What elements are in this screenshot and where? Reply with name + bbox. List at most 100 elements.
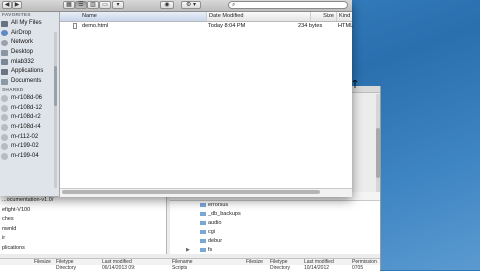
documents-icon [1, 78, 8, 85]
column-header-date-modified[interactable]: Date Modified [206, 12, 310, 21]
column-view-icon: ▥ [90, 2, 96, 8]
local-file-item[interactable]: efight-V100 [0, 206, 166, 216]
cell-filename: Scripts [172, 265, 188, 271]
html-file-icon [73, 23, 77, 29]
finder-window[interactable]: ◀ ▶ ▦ ☰ ▥ ▭ ▾ ◉ ⚙ ▾ ⌕ FAVORITES All My F… [0, 0, 354, 197]
coverflow-view-button[interactable]: ▭ [99, 1, 111, 9]
applications-icon [1, 68, 8, 75]
sidebar-section-shared: SHARED [2, 87, 24, 93]
folder-icon [200, 211, 206, 216]
forward-button[interactable]: ▶ [12, 1, 22, 9]
arrange-icon: ▾ [116, 2, 120, 8]
eye-icon: ◉ [164, 2, 170, 8]
sidebar-item-home[interactable]: mlab332 [0, 58, 59, 68]
cell-filetype: Directory [270, 265, 291, 271]
file-list[interactable]: Name Date Modified Size Kind demo.html T… [60, 12, 354, 197]
sidebar-item-shared-host[interactable]: m-r108d-r4 [0, 123, 59, 133]
sidebar-item-airdrop[interactable]: AirDrop [0, 29, 59, 39]
local-file-item[interactable]: ir [0, 234, 166, 244]
remote-file-pane[interactable]: Filename errorsus _db_backups audio cgi … [170, 192, 380, 254]
icon-view-button[interactable]: ▦ [63, 1, 75, 9]
disclosure-triangle-icon[interactable]: ▶ [186, 246, 190, 255]
cell-last-modified: 10/14/2012 [304, 265, 330, 271]
search-icon: ⌕ [232, 2, 236, 8]
quick-look-button[interactable]: ◉ [160, 1, 174, 9]
icon-view-icon: ▦ [66, 2, 72, 8]
home-icon [1, 59, 8, 66]
network-computer-icon [1, 133, 8, 141]
sidebar-item-network[interactable]: Network [0, 38, 59, 48]
search-input[interactable]: ⌕ [228, 1, 348, 9]
sidebar-item-all-my-files[interactable]: All My Files [0, 19, 59, 29]
sidebar-item-shared-host[interactable]: m-r199-02 [0, 142, 59, 152]
remote-file-item[interactable]: audio [170, 219, 380, 228]
finder-sidebar: FAVORITES All My Files AirDrop Network D… [0, 12, 60, 196]
remote-file-item[interactable]: cgi [170, 228, 380, 237]
folder-icon [200, 220, 206, 225]
horizontal-scrollbar[interactable] [60, 188, 352, 197]
remote-file-item[interactable]: _db_backups [170, 210, 380, 219]
column-header-row: Name Date Modified Size Kind [60, 12, 352, 22]
column-header-kind[interactable]: Kind [336, 12, 352, 21]
column-header-name[interactable]: Name [60, 12, 206, 21]
column-header-size[interactable]: Size [310, 12, 336, 21]
local-file-item[interactable]: nwnld [0, 225, 166, 235]
sidebar-section-favorites: FAVORITES [2, 13, 31, 18]
column-view-button[interactable]: ▥ [87, 1, 99, 9]
sidebar-item-shared-host[interactable]: m-r112-02 [0, 133, 59, 143]
network-computer-icon [1, 94, 8, 102]
sidebar-item-shared-host[interactable]: m-r108d-12 [0, 104, 59, 114]
remote-file-item[interactable]: debur [170, 237, 380, 246]
folder-icon [200, 247, 206, 252]
background-vertical-scrollbar[interactable] [376, 94, 380, 194]
sidebar-item-shared-host[interactable]: m-r199-04 [0, 152, 59, 162]
file-name: demo.html [82, 23, 109, 29]
local-file-item[interactable]: ...ocumentation-v1.0/ [0, 196, 166, 206]
airdrop-icon [1, 30, 8, 37]
folder-icon [200, 202, 206, 207]
back-arrow-icon: ◀ [4, 2, 10, 8]
network-icon [1, 39, 8, 46]
network-computer-icon [1, 123, 8, 131]
file-row[interactable]: demo.html Today 8:04 PM 234 bytes HTML [60, 22, 354, 30]
desktop-icon [1, 49, 8, 56]
file-date-modified: Today 8:04 PM [208, 23, 246, 29]
sidebar-item-documents[interactable]: Documents [0, 77, 59, 87]
cell-last-modified: 06/14/2013 09: [102, 265, 136, 271]
network-computer-icon [1, 104, 8, 112]
mouse-pointer-icon [353, 80, 357, 88]
forward-arrow-icon: ▶ [14, 2, 20, 8]
sidebar-item-shared-host[interactable]: m-r108d-r2 [0, 113, 59, 123]
list-view-button[interactable]: ☰ [75, 1, 87, 9]
coverflow-view-icon: ▭ [102, 2, 108, 8]
network-computer-icon [1, 114, 8, 122]
network-computer-icon [1, 143, 8, 151]
scrollbar-thumb[interactable] [54, 66, 57, 106]
sidebar-scrollbar[interactable] [54, 32, 57, 188]
folder-icon [200, 238, 206, 243]
back-button[interactable]: ◀ [2, 1, 12, 9]
scrollbar-thumb[interactable] [376, 128, 380, 178]
sidebar-item-applications[interactable]: Applications [0, 67, 59, 77]
file-kind: HTML [338, 23, 354, 29]
scrollbar-thumb[interactable] [62, 190, 320, 194]
folder-icon [200, 229, 206, 234]
arrange-button[interactable]: ▾ [112, 1, 124, 9]
sidebar-item-shared-host[interactable]: m-r108d-06 [0, 94, 59, 104]
action-menu-button[interactable]: ⚙ ▾ [181, 1, 201, 9]
local-file-item[interactable]: plications [0, 244, 166, 254]
cell-permission: 0705 [352, 265, 364, 271]
local-file-pane[interactable]: ...ocumentation-v1.0/ efight-V100 ches n… [0, 196, 167, 254]
cell-filetype: Directory [56, 265, 77, 271]
local-file-item[interactable]: ches [0, 215, 166, 225]
remote-file-item[interactable]: ▶ fs [170, 246, 380, 255]
sidebar-item-desktop[interactable]: Desktop [0, 48, 59, 58]
list-view-icon: ☰ [78, 2, 84, 8]
allfiles-icon [1, 20, 8, 27]
remote-file-item[interactable]: errorsus [170, 201, 380, 210]
file-size: 234 bytes [298, 23, 323, 29]
gear-icon: ⚙ ▾ [185, 2, 197, 8]
network-computer-icon [1, 152, 8, 160]
file-details-bar: Filesize Filetype Last modified Filename… [0, 258, 380, 271]
finder-toolbar: ◀ ▶ ▦ ☰ ▥ ▭ ▾ ◉ ⚙ ▾ ⌕ [0, 0, 352, 12]
